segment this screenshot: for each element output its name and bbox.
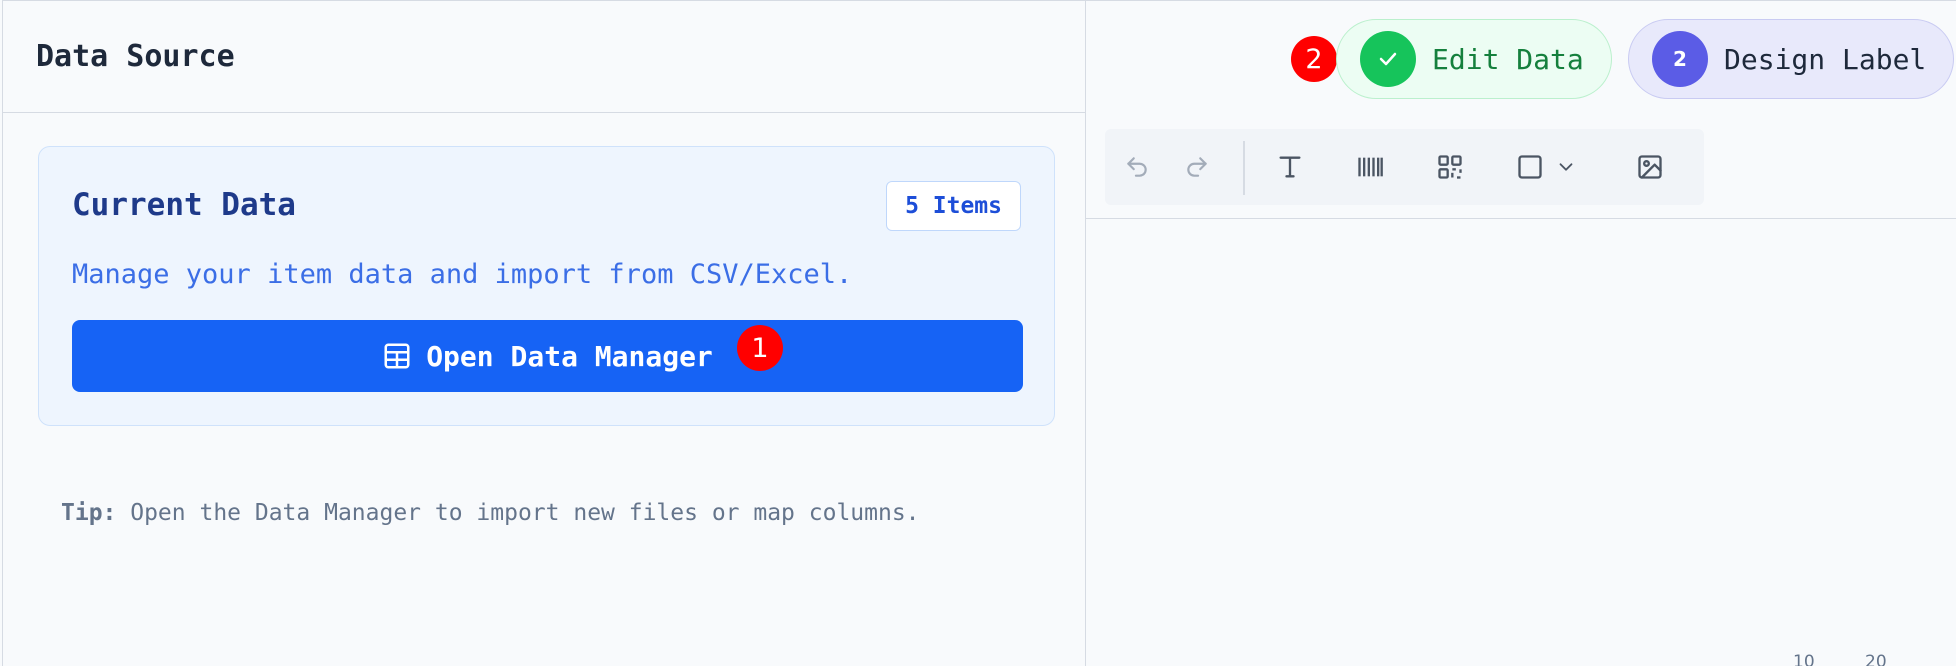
shape-square-icon[interactable] [1514,151,1546,183]
step-marker-1: 1 [737,325,783,371]
step-design-label[interactable]: 2 Design Label [1628,19,1954,99]
data-source-panel: Data Source Current Data 5 Items Manage … [2,0,1086,666]
step-edit-data[interactable]: Edit Data [1336,19,1612,99]
design-toolbar [1105,129,1704,205]
image-icon[interactable] [1634,151,1666,183]
barcode-icon[interactable] [1354,151,1386,183]
open-data-manager-label: Open Data Manager [426,339,713,373]
panel-title: Data Source [36,39,235,74]
qr-code-icon[interactable] [1434,151,1466,183]
tip-label: Tip: [61,500,117,526]
step-design-label-text: Design Label [1724,42,1927,76]
ruler-tick-10: 10 [1793,652,1815,666]
tip-body: Open the Data Manager to import new file… [116,500,920,526]
step-marker-2: 2 [1291,36,1337,82]
card-title: Current Data [72,187,296,223]
design-canvas[interactable] [1086,219,1956,666]
design-toolbar-row [1086,113,1956,219]
step-edit-data-label: Edit Data [1432,42,1584,76]
redo-icon[interactable] [1181,151,1213,183]
tip-text: Tip: Open the Data Manager to import new… [61,500,920,526]
toolbar-divider [1243,141,1245,195]
check-icon [1360,31,1416,87]
card-description: Manage your item data and import from CS… [72,259,853,290]
open-data-manager-button[interactable]: Open Data Manager [72,320,1023,392]
steps-bar: 2 Edit Data 2 Design Label [1086,0,1956,113]
undo-icon[interactable] [1121,151,1153,183]
chevron-down-icon[interactable] [1550,151,1582,183]
ruler-tick-20: 20 [1865,652,1887,666]
text-icon[interactable] [1274,151,1306,183]
items-count-badge: 5 Items [886,181,1021,231]
step-number: 2 [1652,31,1708,87]
panel-header: Data Source [3,0,1085,113]
table-icon [382,341,412,371]
current-data-card: Current Data 5 Items Manage your item da… [38,146,1055,426]
